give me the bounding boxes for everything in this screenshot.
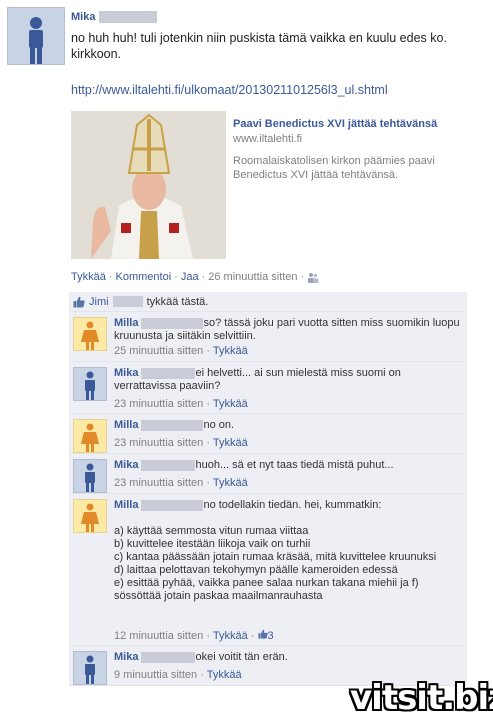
comment-like-link[interactable]: Tykkää (213, 437, 248, 449)
thumbs-up-icon (73, 296, 85, 307)
male-silhouette-icon (85, 655, 95, 684)
comment-like-link[interactable]: Tykkää (213, 398, 248, 410)
pope-photo-icon (71, 111, 226, 259)
comment-text: okei voitit tän erän. (195, 651, 288, 663)
comment-author[interactable]: Mika (114, 367, 138, 379)
comment-author[interactable]: Mika (114, 459, 138, 471)
comment-meta: 9 minuuttia sitten · Tykkää (114, 669, 242, 681)
friends-audience-icon[interactable] (307, 272, 319, 283)
comment-author[interactable]: Milla (114, 419, 138, 431)
comment-link[interactable]: Kommentoi (116, 271, 172, 283)
post-link[interactable]: http://www.iltalehti.fi/ulkomaat/2013021… (71, 83, 388, 97)
comment-author[interactable]: Milla (114, 317, 138, 329)
redacted-surname (141, 367, 196, 379)
comment-meta: 23 minuuttia sitten · Tykkää (114, 477, 248, 489)
male-silhouette-icon (85, 463, 95, 492)
commenter-avatar[interactable] (73, 651, 107, 685)
redacted-surname (141, 499, 204, 511)
share-title[interactable]: Paavi Benedictus XVI jättää tehtävänsä (233, 118, 437, 130)
redacted-surname (141, 459, 196, 471)
post-author-row: Mika (71, 10, 158, 24)
share-link[interactable]: Jaa (181, 271, 199, 283)
comment-line: b) kuvittelee itestään liikoja vaik on t… (114, 538, 311, 550)
watermark-logo: vitsit.biz (350, 678, 493, 718)
female-silhouette-icon (81, 423, 99, 452)
redacted-surname (112, 296, 143, 307)
link-share-preview[interactable]: Paavi Benedictus XVI jättää tehtävänsä w… (71, 111, 471, 259)
likes-text: tykkää tästä. (146, 295, 209, 308)
separator: · (300, 271, 305, 283)
commenter-avatar[interactable] (73, 317, 107, 351)
post-author-avatar[interactable] (7, 7, 65, 65)
comment: Milla no todellakin tiedän. hei, kummatki… (69, 494, 467, 646)
separator: · (108, 271, 113, 283)
post-text: no huh huh! tuli jotenkin niin puskista … (71, 31, 447, 61)
commenter-avatar[interactable] (73, 367, 107, 401)
comment: Mika huoh... sä et nyt taas tiedä mistä p… (69, 454, 467, 494)
comment: Milla no on. 23 minuuttia sitten · Tykkää (69, 414, 467, 454)
separator: · (201, 271, 206, 283)
comment-timestamp[interactable]: 23 minuuttia sitten (114, 398, 203, 410)
comment: Mika ei helvetti... ai sun mielestä miss … (69, 362, 467, 414)
comment-line: a) käyttää semmosta vitun rumaa viittaa (114, 525, 309, 537)
comment-line: e) esittää pyhää, vaikka panee salaa nur… (114, 577, 419, 602)
comment-body: Milla no todellakin tiedän. hei, kummatki… (114, 499, 463, 603)
redacted-surname (141, 419, 204, 431)
comment-meta: 23 minuuttia sitten · Tykkää (114, 398, 248, 410)
comment-meta: 12 minuuttia sitten · Tykkää · 3 (114, 629, 274, 642)
post: Mika no huh huh! tuli jotenkin niin pusk… (5, 3, 485, 285)
male-silhouette-icon (85, 371, 95, 400)
comment-meta: 25 minuuttia sitten · Tykkää (114, 345, 248, 357)
comment-timestamp[interactable]: 12 minuuttia sitten (114, 630, 203, 642)
post-author-name[interactable]: Mika (71, 11, 95, 23)
comment-meta: 23 minuuttia sitten · Tykkää (114, 437, 248, 449)
comment-line: d) laittaa pelottavan tekohymyn päälle k… (114, 564, 398, 576)
comment-timestamp[interactable]: 23 minuuttia sitten (114, 437, 203, 449)
comment-author[interactable]: Mika (114, 651, 138, 663)
comment-line: c) kantaa päässään jotain rumaa kräsää, … (114, 551, 437, 563)
female-silhouette-icon (81, 503, 99, 532)
post-actions: Tykkää · Kommentoi · Jaa · 26 minuuttia … (71, 271, 319, 283)
comment-body: Mika okei voitit tän erän. (114, 651, 463, 664)
liker-name[interactable]: Jimi (89, 296, 109, 308)
likes-summary: Jimi tykkää tästä. (69, 292, 467, 312)
comment-text: no on. (203, 419, 235, 431)
comment-like-link[interactable]: Tykkää (213, 477, 248, 489)
post-timestamp[interactable]: 26 minuuttia sitten (208, 271, 297, 283)
comment-like-count[interactable]: 3 (268, 630, 274, 642)
redacted-surname (141, 317, 204, 329)
comment: Milla so? tässä joku pari vuotta sitten m… (69, 312, 467, 362)
like-link[interactable]: Tykkää (71, 271, 106, 283)
comment-like-link[interactable]: Tykkää (213, 630, 248, 642)
separator: · (174, 271, 178, 283)
comment-body: Milla no on. (114, 419, 463, 432)
comment-feed: Jimi tykkää tästä. Milla so? tässä joku p… (69, 292, 467, 686)
comment-timestamp[interactable]: 25 minuuttia sitten (114, 345, 203, 357)
male-silhouette-icon (29, 17, 43, 64)
comment-like-link[interactable]: Tykkää (213, 345, 248, 357)
comment-like-link[interactable]: Tykkää (207, 669, 242, 681)
comment-body: Mika ei helvetti... ai sun mielestä miss … (114, 367, 463, 393)
commenter-avatar[interactable] (73, 459, 107, 493)
comment-text: no todellakin tiedän. hei, kummatkin: (203, 499, 382, 511)
redacted-surname (99, 11, 158, 23)
share-description: Roomalaiskatolisen kirkon päämies paavi … (233, 155, 435, 181)
thumbs-up-icon (257, 629, 268, 639)
comment-author[interactable]: Milla (114, 499, 138, 511)
comment-timestamp[interactable]: 23 minuuttia sitten (114, 477, 203, 489)
comment-text: huoh... sä et nyt taas tiedä mistä puhut… (195, 459, 394, 471)
share-thumbnail[interactable] (71, 111, 226, 259)
comment-body: Mika huoh... sä et nyt taas tiedä mistä p… (114, 459, 463, 472)
redacted-surname (141, 651, 196, 663)
comment-body: Milla so? tässä joku pari vuotta sitten m… (114, 317, 463, 343)
share-domain: www.iltalehti.fi (233, 133, 303, 145)
comment-timestamp[interactable]: 9 minuuttia sitten (114, 669, 197, 681)
comment-line (114, 512, 463, 525)
commenter-avatar[interactable] (73, 499, 107, 533)
female-silhouette-icon (81, 321, 99, 350)
commenter-avatar[interactable] (73, 419, 107, 453)
